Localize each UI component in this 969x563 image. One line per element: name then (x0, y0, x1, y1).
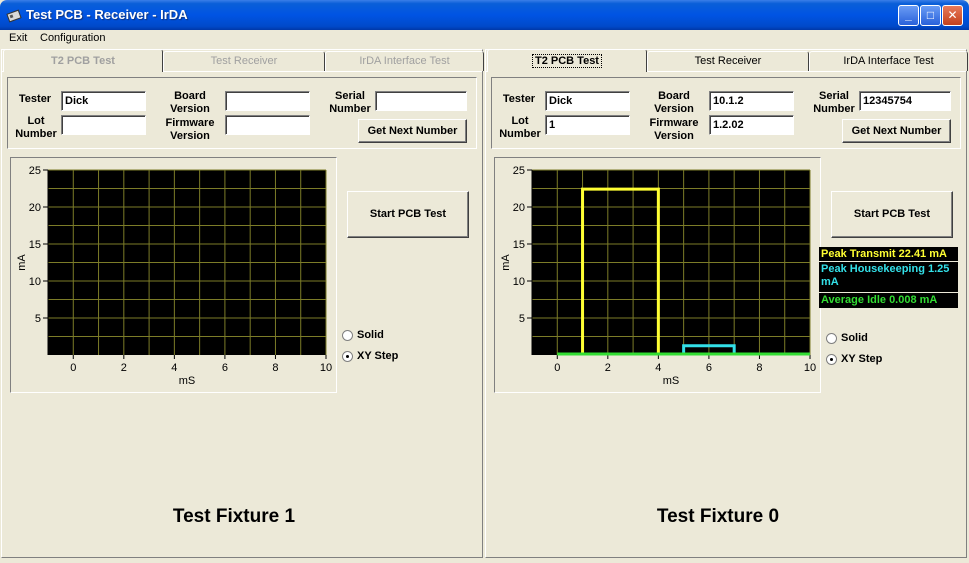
tester-label: Tester (18, 93, 52, 105)
x-tick-label: 4 (171, 362, 177, 374)
y-tick-label: 15 (29, 239, 41, 251)
fixture-label: Test Fixture 1 (172, 506, 296, 527)
tab-test-receiver[interactable]: Test Receiver (163, 51, 325, 71)
minimize-button[interactable]: _ (898, 5, 919, 26)
tab-irda-interface-test[interactable]: IrDA Interface Test (809, 51, 968, 71)
x-tick-label: 2 (121, 362, 127, 374)
firmware-version-field[interactable]: 1.2.02 (709, 115, 794, 135)
serial-number-label: Serial Number (813, 90, 855, 115)
board-version-label: Board Version (654, 90, 694, 115)
current-chart: 5101520250 2 4 6 8 10mAmS (500, 165, 816, 387)
firmware-version-label: Firmware Version (165, 117, 215, 142)
xy-step-radio-label[interactable]: XY Step (841, 353, 882, 365)
lot-number-field[interactable]: 1 (545, 115, 630, 135)
board-version-field[interactable] (225, 91, 310, 111)
x-axis-label: mS (179, 375, 196, 387)
start-pcb-test-button[interactable]: Start PCB Test (347, 191, 469, 238)
menu-bar (0, 30, 969, 48)
tester-field[interactable]: Dick (545, 91, 630, 111)
lot-number-label: Lot Number (15, 115, 57, 140)
average-idle-readout: Average Idle 0.008 mA (819, 293, 958, 308)
x-tick-label: 6 (222, 362, 228, 374)
x-tick-label: 8 (272, 362, 278, 374)
y-axis-label: mA (16, 254, 28, 271)
start-pcb-test-button[interactable]: Start PCB Test (831, 191, 953, 238)
menu-configuration[interactable]: Configuration (40, 32, 105, 44)
y-axis-label: mA (500, 254, 512, 271)
board-version-field[interactable]: 10.1.2 (709, 91, 794, 111)
y-tick-label: 5 (519, 313, 525, 325)
x-tick-label: 10 (804, 362, 816, 374)
solid-radio-label[interactable]: Solid (357, 329, 384, 341)
x-tick-label: 4 (655, 362, 661, 374)
tab-t2-pcb-test[interactable]: T2 PCB Test (3, 49, 163, 72)
x-tick-label: 6 (706, 362, 712, 374)
peak-transmit-readout: Peak Transmit 22.41 mA (819, 247, 958, 261)
tab-t2-pcb-test[interactable]: T2 PCB Test (487, 49, 647, 72)
serial-number-label: Serial Number (329, 90, 371, 115)
menu-exit[interactable]: Exit (9, 32, 27, 44)
x-axis-label: mS (663, 375, 680, 387)
tester-label: Tester (502, 93, 536, 105)
solid-radio[interactable] (342, 330, 353, 341)
tester-field[interactable]: Dick (61, 91, 146, 111)
peak-housekeeping-readout: Peak Housekeeping 1.25 mA (819, 262, 958, 292)
firmware-version-field[interactable] (225, 115, 310, 135)
y-tick-label: 20 (513, 202, 525, 214)
y-tick-label: 20 (29, 202, 41, 214)
app-icon (6, 9, 22, 23)
board-version-label: Board Version (170, 90, 210, 115)
xy-step-radio[interactable] (342, 351, 353, 362)
firmware-version-label: Firmware Version (649, 117, 699, 142)
x-tick-label: 8 (756, 362, 762, 374)
fixture-label: Test Fixture 0 (656, 506, 780, 527)
x-tick-label: 2 (605, 362, 611, 374)
x-tick-label: 0 (554, 362, 560, 374)
get-next-number-button[interactable]: Get Next Number (358, 119, 467, 143)
tab-irda-interface-test[interactable]: IrDA Interface Test (325, 51, 484, 71)
x-tick-label: 10 (320, 362, 332, 374)
serial-number-field[interactable]: 12345754 (859, 91, 951, 111)
y-tick-label: 10 (513, 276, 525, 288)
lot-number-field[interactable] (61, 115, 146, 135)
serial-number-field[interactable] (375, 91, 467, 111)
window-title: Test PCB - Receiver - IrDA (26, 7, 188, 22)
solid-radio-label[interactable]: Solid (841, 332, 868, 344)
close-button[interactable]: ✕ (942, 5, 963, 26)
xy-step-radio[interactable] (826, 354, 837, 365)
y-tick-label: 25 (513, 165, 525, 177)
current-chart: 5101520250 2 4 6 8 10mAmS (16, 165, 332, 387)
y-tick-label: 15 (513, 239, 525, 251)
y-tick-label: 25 (29, 165, 41, 177)
y-tick-label: 5 (35, 313, 41, 325)
lot-number-label: Lot Number (499, 115, 541, 140)
tab-test-receiver[interactable]: Test Receiver (647, 51, 809, 71)
y-tick-label: 10 (29, 276, 41, 288)
get-next-number-button[interactable]: Get Next Number (842, 119, 951, 143)
solid-radio[interactable] (826, 333, 837, 344)
maximize-button[interactable]: □ (920, 5, 941, 26)
x-tick-label: 0 (70, 362, 76, 374)
xy-step-radio-label[interactable]: XY Step (357, 350, 398, 362)
